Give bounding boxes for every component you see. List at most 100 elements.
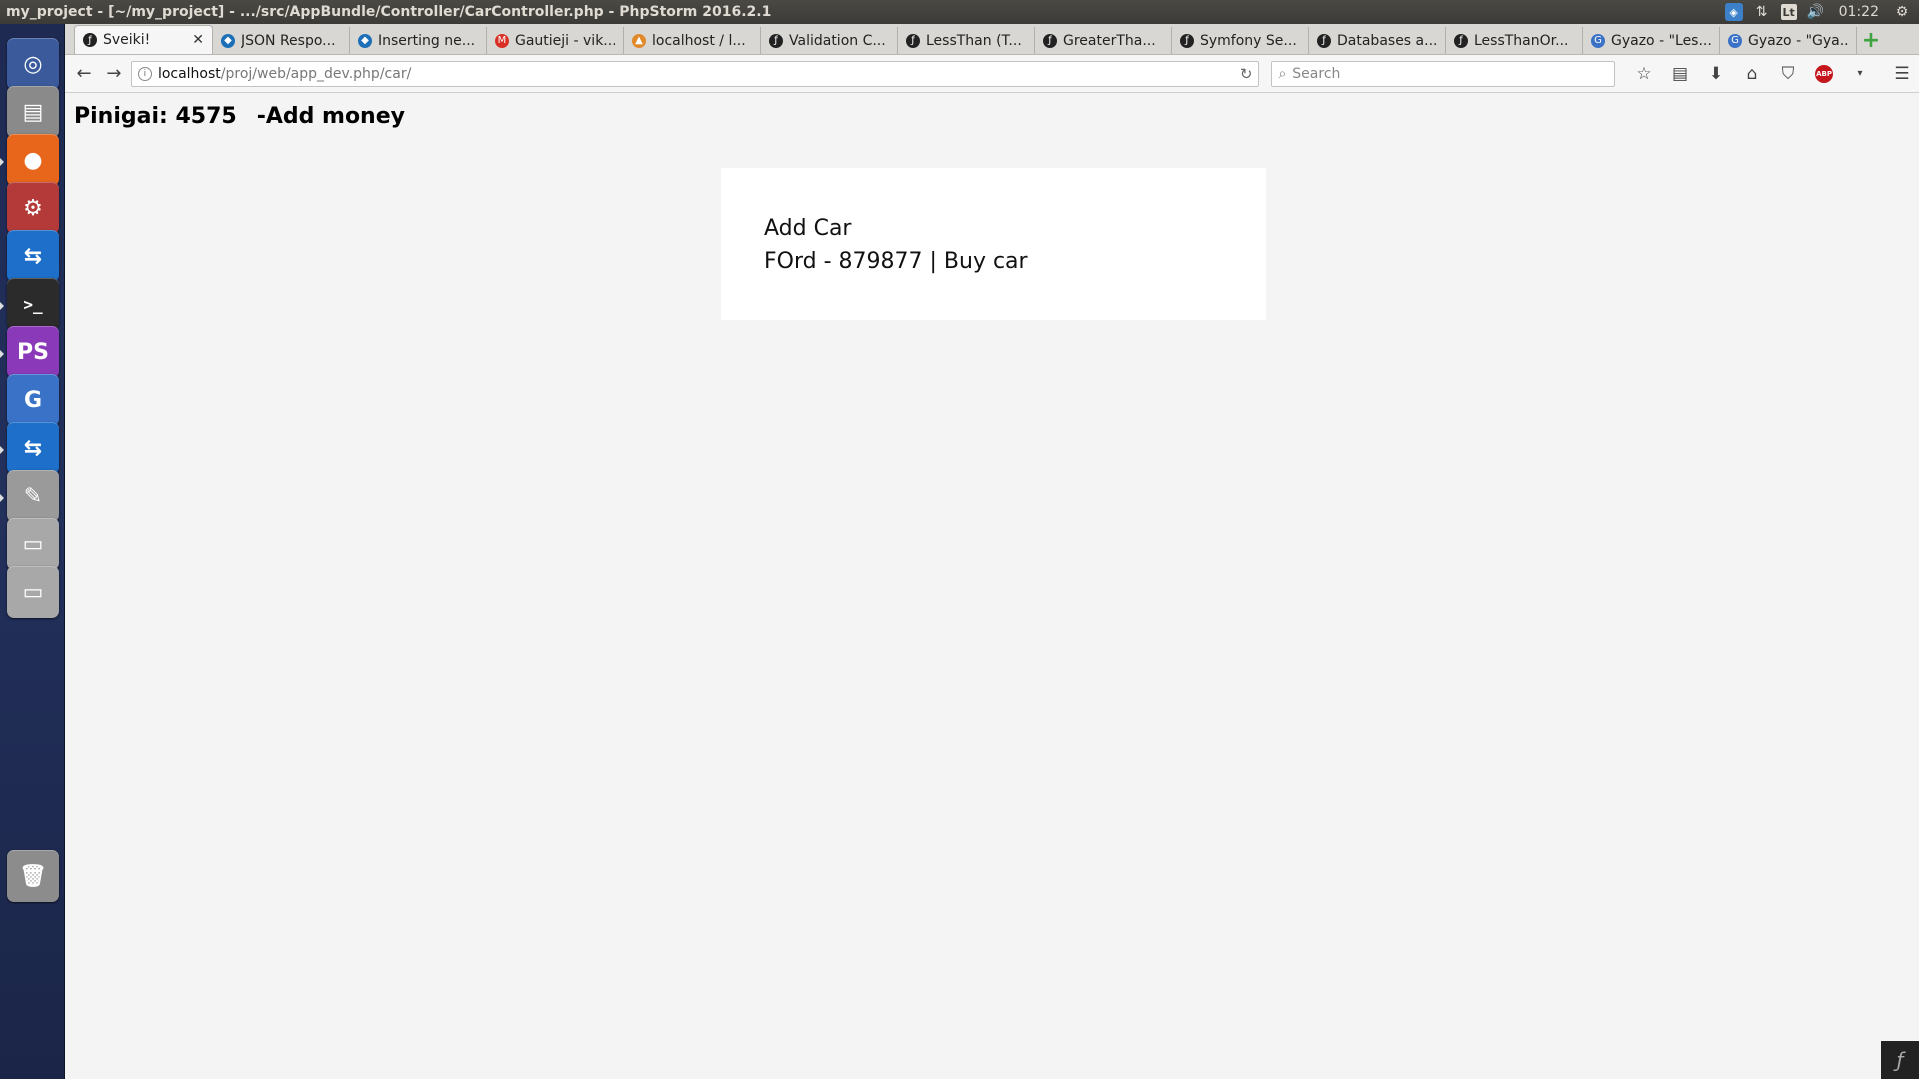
tab-label: Validation C... xyxy=(789,32,886,49)
tab-label: GreaterTha... xyxy=(1063,32,1156,49)
home-icon[interactable]: ⌂ xyxy=(1741,63,1763,85)
tab-strip: ƒ Sveiki! ✕ ◆ JSON Respo... ◆ Inserting ne... M… xyxy=(65,24,1919,55)
menu-icon[interactable]: ☰ xyxy=(1891,63,1913,85)
trash-icon[interactable]: 🗑 xyxy=(7,850,59,902)
tab-label: LessThan (T... xyxy=(926,32,1022,49)
add-money-link[interactable]: -Add money xyxy=(257,104,405,129)
tab-favicon-icon: ƒ xyxy=(1454,33,1468,48)
browser-tab[interactable]: ƒ Symfony Se... xyxy=(1172,27,1309,54)
terminal-running-indicator xyxy=(0,302,4,310)
car-list-card: Add Car FOrd - 879877 | Buy car xyxy=(721,168,1266,320)
drive-icon[interactable]: ▭ xyxy=(7,518,59,570)
downloads-icon[interactable]: ⬇ xyxy=(1705,63,1727,85)
browser-tab[interactable]: ƒ Validation C... xyxy=(761,27,898,54)
tab-favicon-icon: G xyxy=(1728,33,1742,48)
tab-favicon-icon: ◆ xyxy=(221,33,235,48)
system-settings-icon[interactable]: ⚙ xyxy=(7,182,59,234)
system-top-panel: my_project - [~/my_project] - .../src/Ap… xyxy=(0,0,1919,24)
reading-list-icon[interactable]: ▤ xyxy=(1669,63,1691,85)
address-bar[interactable]: i localhost/proj/web/app_dev.php/car/ ↻ xyxy=(130,60,1260,87)
files-icon[interactable]: ▤ xyxy=(7,86,59,138)
car-entry-text: FOrd - 879877 | xyxy=(764,249,944,274)
gyazo-icon[interactable]: G xyxy=(7,374,59,426)
firefox-window: ƒ Sveiki! ✕ ◆ JSON Respo... ◆ Inserting ne... M… xyxy=(65,24,1919,1079)
browser-tab[interactable]: ƒ Databases a... xyxy=(1309,27,1446,54)
browser-tab[interactable]: ◆ Inserting ne... xyxy=(350,27,487,54)
phpstorm-icon[interactable]: PS xyxy=(7,326,59,378)
balance-label: Pinigai: 4575 xyxy=(74,104,237,129)
adblock-icon[interactable]: ABP xyxy=(1813,63,1835,85)
search-input[interactable]: ⌕ Search xyxy=(1271,60,1616,87)
site-info-icon[interactable]: i xyxy=(137,66,152,81)
browser-tab[interactable]: M Gautieji - vik... xyxy=(487,27,624,54)
navigation-toolbar: ← → i localhost/proj/web/app_dev.php/car… xyxy=(65,55,1919,93)
window-title: my_project - [~/my_project] - .../src/Ap… xyxy=(6,4,772,20)
bookmark-star-icon[interactable]: ☆ xyxy=(1633,63,1655,85)
url-path: /proj/web/app_dev.php/car/ xyxy=(220,65,412,82)
browser-tab[interactable]: ƒ GreaterTha... xyxy=(1035,27,1172,54)
balance-header: Pinigai: 4575 -Add money xyxy=(74,104,405,129)
terminal-icon[interactable]: >_ xyxy=(7,278,59,330)
add-car-link[interactable]: Add Car xyxy=(764,216,851,241)
reload-icon[interactable]: ↻ xyxy=(1240,65,1253,83)
tab-label: LessThanOr... xyxy=(1474,32,1569,49)
teamviewer-icon[interactable]: ⇆ xyxy=(7,230,59,282)
firefox-icon[interactable]: ● xyxy=(7,134,59,186)
tab-label: Gyazo - "Gya... xyxy=(1748,32,1848,49)
browser-tab[interactable]: G Gyazo - "Gya... xyxy=(1720,27,1857,54)
tab-favicon-icon: ƒ xyxy=(906,33,920,48)
ubuntu-dash-icon[interactable]: ◎ xyxy=(7,38,59,90)
tab-label: localhost / l... xyxy=(652,32,746,49)
system-settings-gear-icon[interactable]: ⚙ xyxy=(1893,3,1911,21)
car-list-item: FOrd - 879877 | Buy car xyxy=(764,245,1266,278)
browser-tab[interactable]: G Gyazo - "Les... xyxy=(1583,27,1720,54)
unity-launcher: ◎ ▤ ● ⚙ ⇆ >_ PS G ⇆ ✎ ▭ ▭ 🗑 xyxy=(0,24,65,1079)
phpstorm-running-indicator xyxy=(0,350,4,358)
tab-favicon-icon: ƒ xyxy=(1180,33,1194,48)
tab-label: Sveiki! xyxy=(103,32,151,48)
tab-favicon-icon: G xyxy=(1591,33,1605,48)
back-button[interactable]: ← xyxy=(71,61,97,87)
drive-2-icon[interactable]: ▭ xyxy=(7,566,59,618)
url-host: localhost xyxy=(157,65,221,82)
tab-label: JSON Respo... xyxy=(241,32,336,49)
dropbox-icon[interactable]: ◈ xyxy=(1724,3,1743,21)
pocket-icon[interactable]: ⛉ xyxy=(1777,63,1799,85)
tab-label: Gyazo - "Les... xyxy=(1611,32,1711,49)
browser-tab[interactable]: ▲ localhost / l... xyxy=(624,27,761,54)
tab-favicon-icon: ƒ xyxy=(83,33,97,47)
browser-tab[interactable]: ◆ JSON Respo... xyxy=(213,27,350,54)
chevron-down-icon[interactable]: ▾ xyxy=(1849,63,1871,85)
clock[interactable]: 01:22 xyxy=(1835,4,1883,20)
text-editor-running-indicator xyxy=(0,494,4,502)
tab-active[interactable]: ƒ Sveiki! ✕ xyxy=(74,25,213,54)
text-editor-icon[interactable]: ✎ xyxy=(7,470,59,522)
symfony-debug-toolbar-icon[interactable]: ƒ xyxy=(1881,1041,1919,1079)
new-tab-button[interactable]: + xyxy=(1857,27,1885,54)
page-viewport: Pinigai: 4575 -Add money Add Car FOrd - 8… xyxy=(65,94,1919,1079)
teamviewer-2-icon[interactable]: ⇆ xyxy=(7,422,59,474)
tab-favicon-icon: ▲ xyxy=(632,33,646,48)
search-icon: ⌕ xyxy=(1278,65,1287,82)
volume-icon[interactable]: 🔊 xyxy=(1807,3,1825,21)
tab-favicon-icon: M xyxy=(495,33,509,48)
tab-label: Databases a... xyxy=(1337,32,1437,49)
forward-button[interactable]: → xyxy=(101,61,127,87)
browser-tab[interactable]: ƒ LessThanOr... xyxy=(1446,27,1583,54)
firefox-running-indicator xyxy=(0,158,4,166)
buy-car-link[interactable]: Buy car xyxy=(944,249,1028,274)
tab-close-icon[interactable]: ✕ xyxy=(192,32,204,48)
browser-tab[interactable]: ƒ LessThan (T... xyxy=(898,27,1035,54)
tab-label: Symfony Se... xyxy=(1200,32,1297,49)
tab-label: Inserting ne... xyxy=(378,32,476,49)
teamviewer-running-indicator xyxy=(0,446,4,454)
tab-favicon-icon: ƒ xyxy=(769,33,783,48)
keyboard-layout-indicator[interactable]: Lt xyxy=(1780,4,1797,20)
tab-label: Gautieji - vik... xyxy=(515,32,615,49)
tab-favicon-icon: ƒ xyxy=(1317,33,1331,48)
tab-favicon-icon: ◆ xyxy=(358,33,372,48)
tab-favicon-icon: ƒ xyxy=(1043,33,1057,48)
search-placeholder: Search xyxy=(1292,65,1341,82)
system-tray: ◈ ⇅ Lt 🔊 01:22 ⚙ xyxy=(1724,3,1919,21)
network-icon[interactable]: ⇅ xyxy=(1753,3,1771,21)
